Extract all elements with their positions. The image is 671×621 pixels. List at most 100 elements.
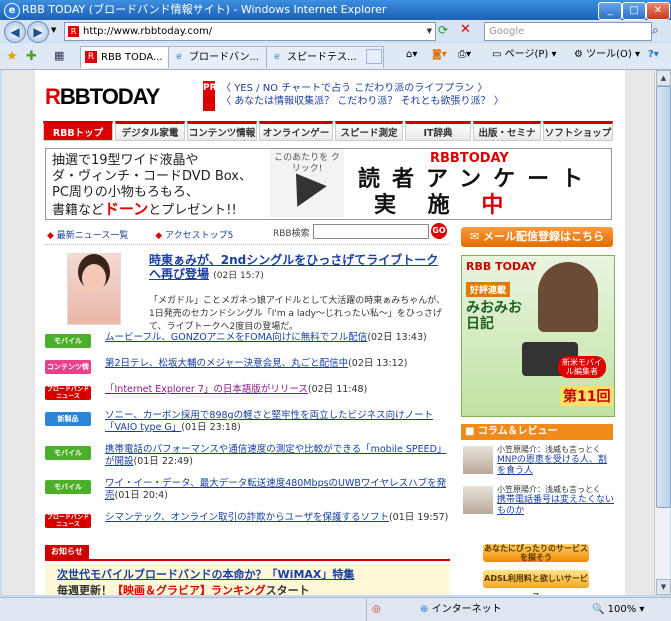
nav-speed[interactable]: スピード測定	[335, 121, 403, 141]
search-icon[interactable]: ⌕	[652, 23, 659, 38]
news-link[interactable]: ムービーフル、GONZOアニメをFOMA向けに無料でフル配信	[105, 332, 367, 343]
top-story-headline[interactable]: 時東ぁみが、2ndシングルをひっさげてライブトークへ再び登場 (02日 15:7…	[149, 253, 449, 283]
nav-top[interactable]: RBBトップ	[43, 121, 113, 141]
feeds-icon[interactable]: ◙▾	[432, 45, 447, 65]
banner-title: 読者アンケート 実 施 中	[358, 167, 595, 219]
mail-signup-button[interactable]: ✉ メール配信登録はこちら	[461, 227, 613, 247]
news-date: (01日 23:18)	[181, 422, 241, 433]
minimize-button[interactable]: _	[598, 2, 622, 20]
pr-link-1[interactable]: 〈 YES / NO チャートで占う こだわり派のライフプラン 〉	[221, 82, 504, 95]
pr-links: 〈 YES / NO チャートで占う こだわり派のライフプラン 〉 〈 あなたは…	[221, 82, 504, 108]
history-dropdown-icon[interactable]: ▼	[51, 26, 56, 34]
latest-news-link[interactable]: 最新ニュース一覧	[57, 231, 129, 241]
tools-menu[interactable]: ⚙ ツール(O) ▾	[574, 45, 640, 65]
globe-icon: ⊕	[420, 604, 429, 615]
column-title-link[interactable]: MNPの恩恵を受ける人、割を食う人	[497, 455, 615, 477]
url-text: http://www.rbbtoday.com/	[83, 26, 213, 37]
category-badge[interactable]: ブロードバンドニュース	[45, 514, 91, 528]
news-date: (02日 13:43)	[367, 332, 427, 343]
help-icon[interactable]: ?▾	[648, 45, 659, 65]
nav-it-dictionary[interactable]: IT辞典	[405, 121, 471, 141]
news-text: ソニー、カーボン採用で898gの軽さと堅牢性を両立したビジネス向けノート「VAI…	[105, 410, 450, 434]
address-input[interactable]: R http://www.rbbtoday.com/ ▼	[64, 22, 436, 41]
ie-page-icon: e	[176, 52, 182, 62]
rbb-search-label: RBB検索	[273, 229, 310, 239]
add-favorites-icon[interactable]: ✚	[26, 49, 37, 64]
nav-online-game[interactable]: オンラインゲーム	[259, 121, 333, 159]
refresh-icon[interactable]: ⟳	[438, 23, 448, 37]
maximize-button[interactable]: □	[622, 2, 646, 20]
news-date: (01日 20:4)	[114, 490, 168, 501]
news-row: ブロードバンドニュース 「Internet Explorer 7」の日本語版がリ…	[45, 383, 450, 405]
news-link[interactable]: 「Internet Explorer 7」の日本語版がリリース	[105, 384, 308, 395]
banner-brand-text: RBBTODAY	[430, 151, 509, 166]
sub-links: ◆ 最新ニュース一覧 ◆ アクセストップ5	[47, 228, 233, 241]
category-badge[interactable]: モバイル	[45, 446, 91, 460]
column-item[interactable]: 小笠原陽介：浅威も言っとく MNPの恩恵を受ける人、割を食う人	[461, 444, 613, 480]
category-badge[interactable]: ブロードバンドニュース	[45, 386, 91, 400]
scroll-up-icon[interactable]: ▲	[656, 70, 671, 86]
nav-contents[interactable]: コンテンツ情報	[187, 121, 257, 141]
forward-icon[interactable]: ▶	[27, 21, 49, 43]
mio-diary-ad[interactable]: RBB TODAY 好評連載 みおみお日記 新米モバイル編集者 第11回	[461, 255, 615, 417]
news-row: モバイル ムービーフル、GONZOアニメをFOMA向けに無料でフル配信(02日 …	[45, 331, 450, 353]
new-tab-button[interactable]	[366, 49, 382, 64]
banner-line-4c: とプレゼント!!	[148, 203, 237, 218]
arrow-icon: ◆	[47, 231, 54, 241]
column-review-header: ■ コラム＆レビュー	[461, 424, 613, 440]
search-input[interactable]: Google	[484, 22, 652, 41]
status-divider	[366, 598, 367, 621]
news-link[interactable]: 第2日テレ、松坂大輔のメジャー決意会見、丸ごと配信中	[105, 358, 348, 369]
headline-text: 時東ぁみが、2ndシングルをひっさげてライブトークへ再び登場	[149, 253, 439, 281]
column-item[interactable]: 小笠原陽介：浅威も言っとく 携帯電話番号は変えたくないものか	[461, 484, 615, 520]
page-menu-label: ページ(P)	[504, 49, 549, 60]
news-link[interactable]: シマンテック、オンライン取引の詐欺からユーザを保護するソフト	[105, 512, 389, 523]
vertical-scrollbar[interactable]: ▲ ▼	[654, 70, 671, 595]
back-icon[interactable]: ◀	[4, 21, 26, 43]
news-row: モバイル 携帯電話のパフォーマンスや通信速度の測定や比較ができる「mobile …	[45, 443, 450, 473]
go-button[interactable]: GO	[431, 223, 447, 239]
news-text: 「Internet Explorer 7」の日本語版がリリース(02日 11:4…	[105, 384, 450, 396]
headline-date: (02日 15:7)	[213, 271, 264, 281]
category-badge[interactable]: モバイル	[45, 334, 91, 348]
print-icon[interactable]: ⎙▾	[458, 45, 471, 65]
banner-doon: ドーン	[104, 200, 149, 218]
scroll-down-icon[interactable]: ▼	[656, 579, 671, 595]
news-link[interactable]: ソニー、カーボン採用で898gの軽さと堅牢性を両立したビジネス向けノート「VAI…	[105, 410, 433, 433]
access-top5-link[interactable]: アクセストップ5	[165, 231, 233, 241]
url-dropdown-icon[interactable]: ▼	[427, 23, 432, 40]
column-title-link[interactable]: 携帯電話番号は変えたくないものか	[497, 495, 615, 517]
site-favicon: R	[68, 26, 79, 37]
zoom-control[interactable]: 🔍 100% ▾	[592, 598, 644, 621]
pr-link-1-text: YES / NO チャートで占う こだわり派のライフプラン	[234, 83, 475, 94]
category-badge[interactable]: コンテンツ情報	[45, 360, 91, 385]
rbb-search: RBB検索 GO	[273, 223, 447, 239]
category-badge[interactable]: モバイル	[45, 480, 91, 494]
favorites-star-icon[interactable]: ★	[6, 49, 18, 64]
nav-soft-shop[interactable]: ソフトショップ	[543, 121, 613, 141]
nav-publishing[interactable]: 出版・セミナー	[473, 121, 541, 159]
arrow-icon: ◆	[155, 231, 163, 241]
find-service-button[interactable]: あなたにぴったりのサービスを探そう	[483, 544, 589, 562]
stop-icon[interactable]: ✕	[460, 22, 471, 37]
rbb-search-input[interactable]	[313, 224, 429, 239]
home-icon[interactable]: ⌂▾	[406, 45, 417, 65]
survey-banner[interactable]: 抽選で19型ワイド液晶や ダ・ヴィンチ・コードDVD Box、 PC周りの小物も…	[45, 148, 612, 220]
nav-digital[interactable]: デジタル家電	[115, 121, 185, 141]
top-story-photo[interactable]	[67, 253, 121, 325]
quick-tabs-icon[interactable]: ▦	[54, 49, 64, 62]
ranking-link[interactable]: 【映画＆グラビア】ランキング	[112, 584, 266, 595]
category-badge[interactable]: 新製品	[45, 412, 91, 426]
privacy-icon[interactable]: ◎	[372, 598, 381, 621]
adsl-service-button[interactable]: ADSL利用料と欲しいサービス	[483, 570, 589, 595]
woman-photo	[538, 262, 598, 332]
scroll-thumb[interactable]	[656, 86, 671, 508]
page-menu[interactable]: ▭ ページ(P) ▾	[492, 45, 556, 65]
zone-label: インターネット	[431, 604, 502, 615]
wimax-link[interactable]: 次世代モバイルブロードバンドの本命か？「WiMAX」特集	[57, 566, 354, 582]
close-button[interactable]: ✕	[646, 2, 670, 20]
rbb-logo[interactable]: RBBTODAY	[45, 84, 160, 110]
ad-badge: 新米モバイル編集者	[558, 356, 606, 378]
zone-indicator[interactable]: ⊕ インターネット	[420, 598, 502, 621]
pr-link-2[interactable]: 〈 あなたは情報収集派？ こだわり派？ それとも欲張り派？ 〉	[221, 95, 504, 108]
